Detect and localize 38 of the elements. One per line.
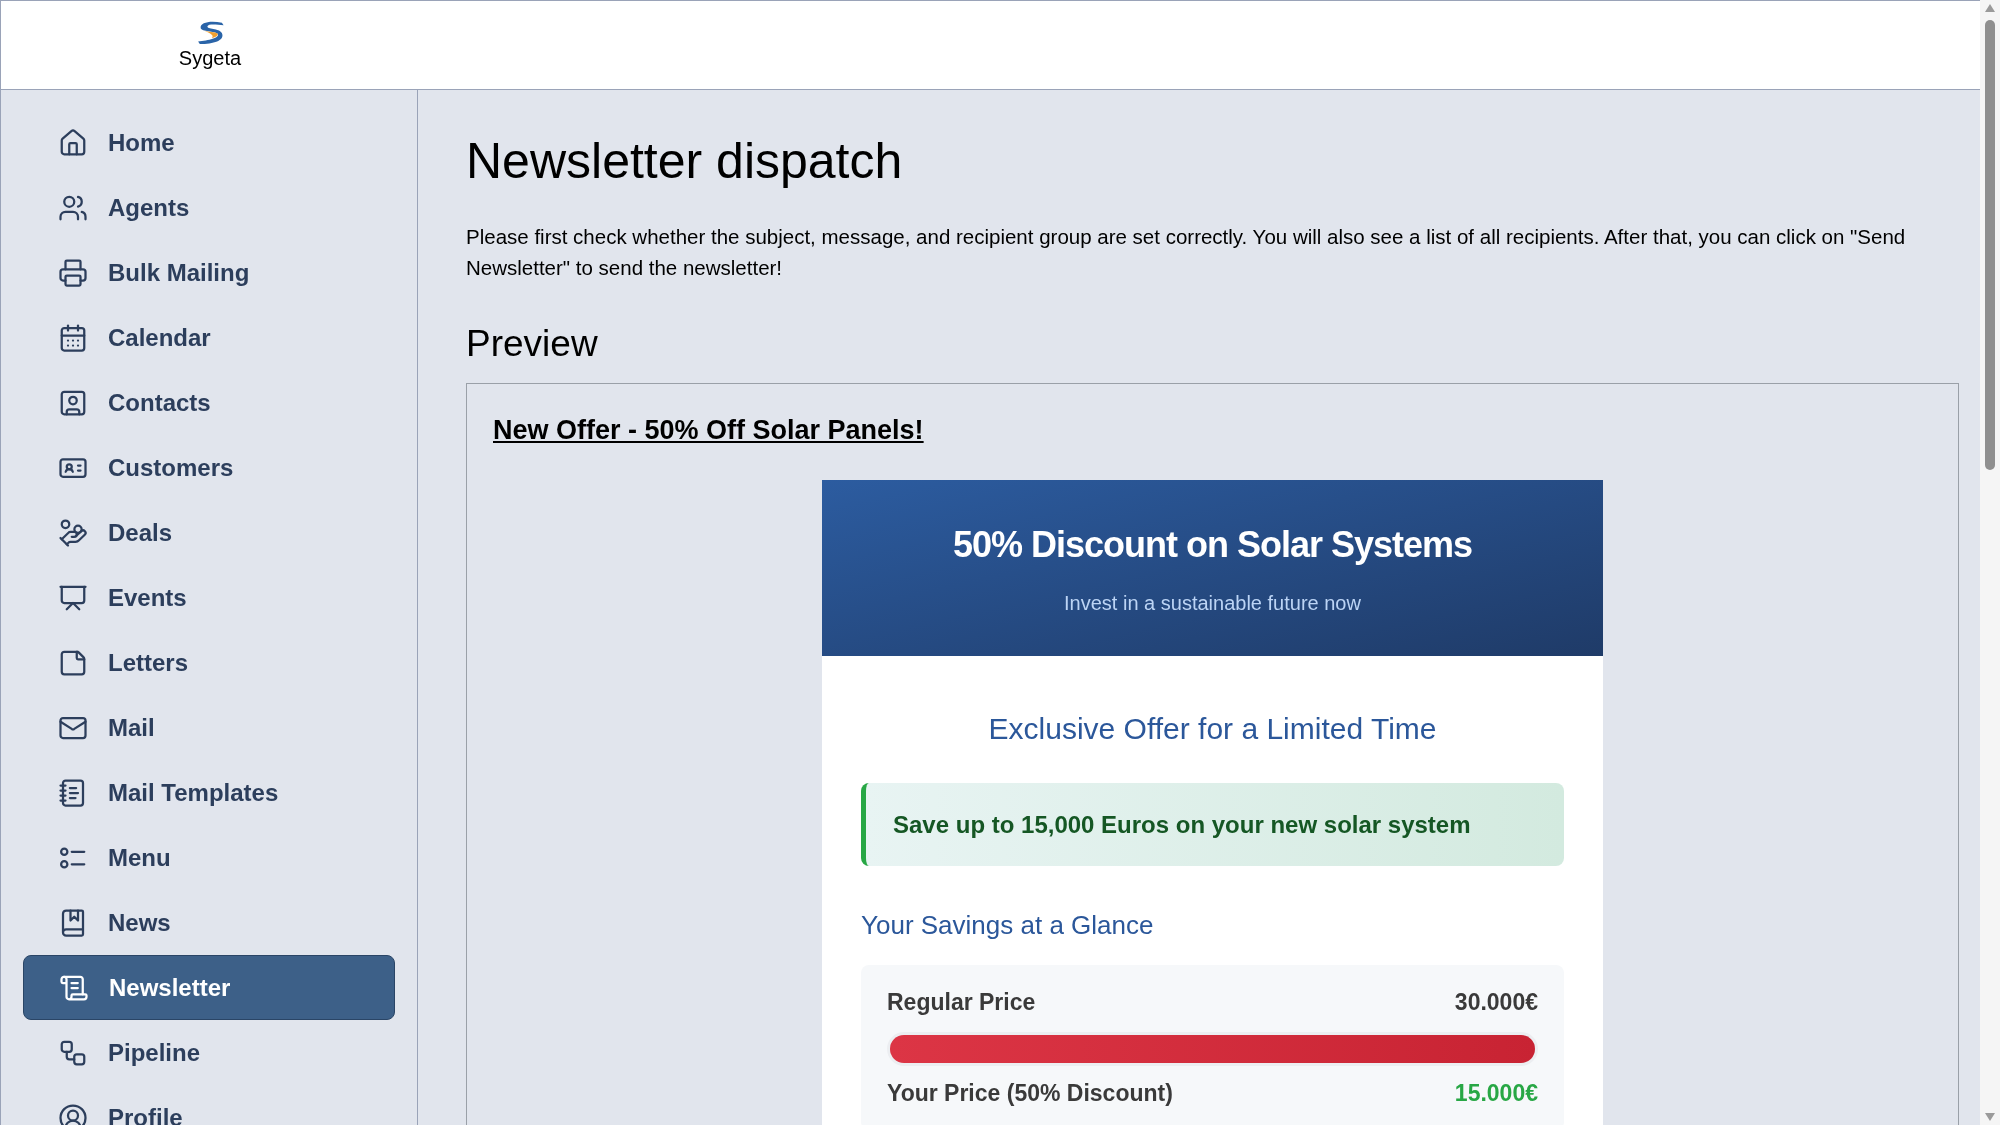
offer-heading: Exclusive Offer for a Limited Time <box>988 711 1437 748</box>
scroll-up-icon[interactable] <box>1984 4 1996 12</box>
savings-heading: Your Savings at a Glance <box>861 909 1155 943</box>
sidebar-item[interactable]: Newsletter <box>23 955 395 1020</box>
sidebar-item[interactable]: News <box>23 890 395 955</box>
calendar-icon <box>58 322 88 353</box>
highlight-text: Save up to 15,000 Euros on your new solar system <box>893 809 1471 840</box>
intro-text: Please first check whether the subject, message, and recipient group are set correctly. You will also see a list of all recipients. After that, you can click on "Send Newsletter" to send the newsletter! <box>466 223 1907 281</box>
sidebar-item[interactable]: Deals <box>23 500 395 565</box>
price-amount: 30.000€ <box>1454 988 1538 1018</box>
sidebar-item[interactable]: Events <box>23 565 395 630</box>
sidebar-item[interactable]: Home <box>23 110 395 175</box>
banner-headline: 50% Discount on Solar Systems <box>952 523 1473 568</box>
printer-icon <box>58 257 88 288</box>
price-amount: 15.000€ <box>1454 1078 1538 1108</box>
home-icon <box>58 127 88 158</box>
scrollbar-thumb[interactable] <box>1985 20 1995 470</box>
hand-icon <box>58 517 88 548</box>
sidebar-item[interactable]: Mail <box>23 695 395 760</box>
brand-name: Sygeta <box>178 45 242 71</box>
sidebar-item[interactable]: Customers <box>23 435 395 500</box>
scroll-down-icon[interactable] <box>1984 1113 1996 1121</box>
subject-link[interactable]: New Offer - 50% Off Solar Panels! <box>493 409 924 451</box>
sidebar-item[interactable]: Pipeline <box>23 1020 395 1085</box>
sidebar-item[interactable]: Agents <box>23 175 395 240</box>
sidebar-item[interactable]: Bulk Mailing <box>23 240 395 305</box>
price-label: Your Price (50% Discount) <box>887 1078 1173 1108</box>
sidebar-item[interactable]: Mail Templates <box>23 760 395 825</box>
price-label: Regular Price <box>887 988 1036 1018</box>
sidebar-item[interactable]: Letters <box>23 630 395 695</box>
page-title: Newsletter dispatch <box>466 132 904 191</box>
preview-heading: Preview <box>466 321 599 366</box>
sidebar-item[interactable]: Contacts <box>23 370 395 435</box>
user-icon <box>58 1102 88 1125</box>
sidebar-item[interactable]: Calendar <box>23 305 395 370</box>
banner-tagline: Invest in a sustainable future now <box>1064 591 1361 617</box>
sidebar-item[interactable]: Profile <box>23 1085 395 1125</box>
sidebar-item[interactable]: Menu <box>23 825 395 890</box>
